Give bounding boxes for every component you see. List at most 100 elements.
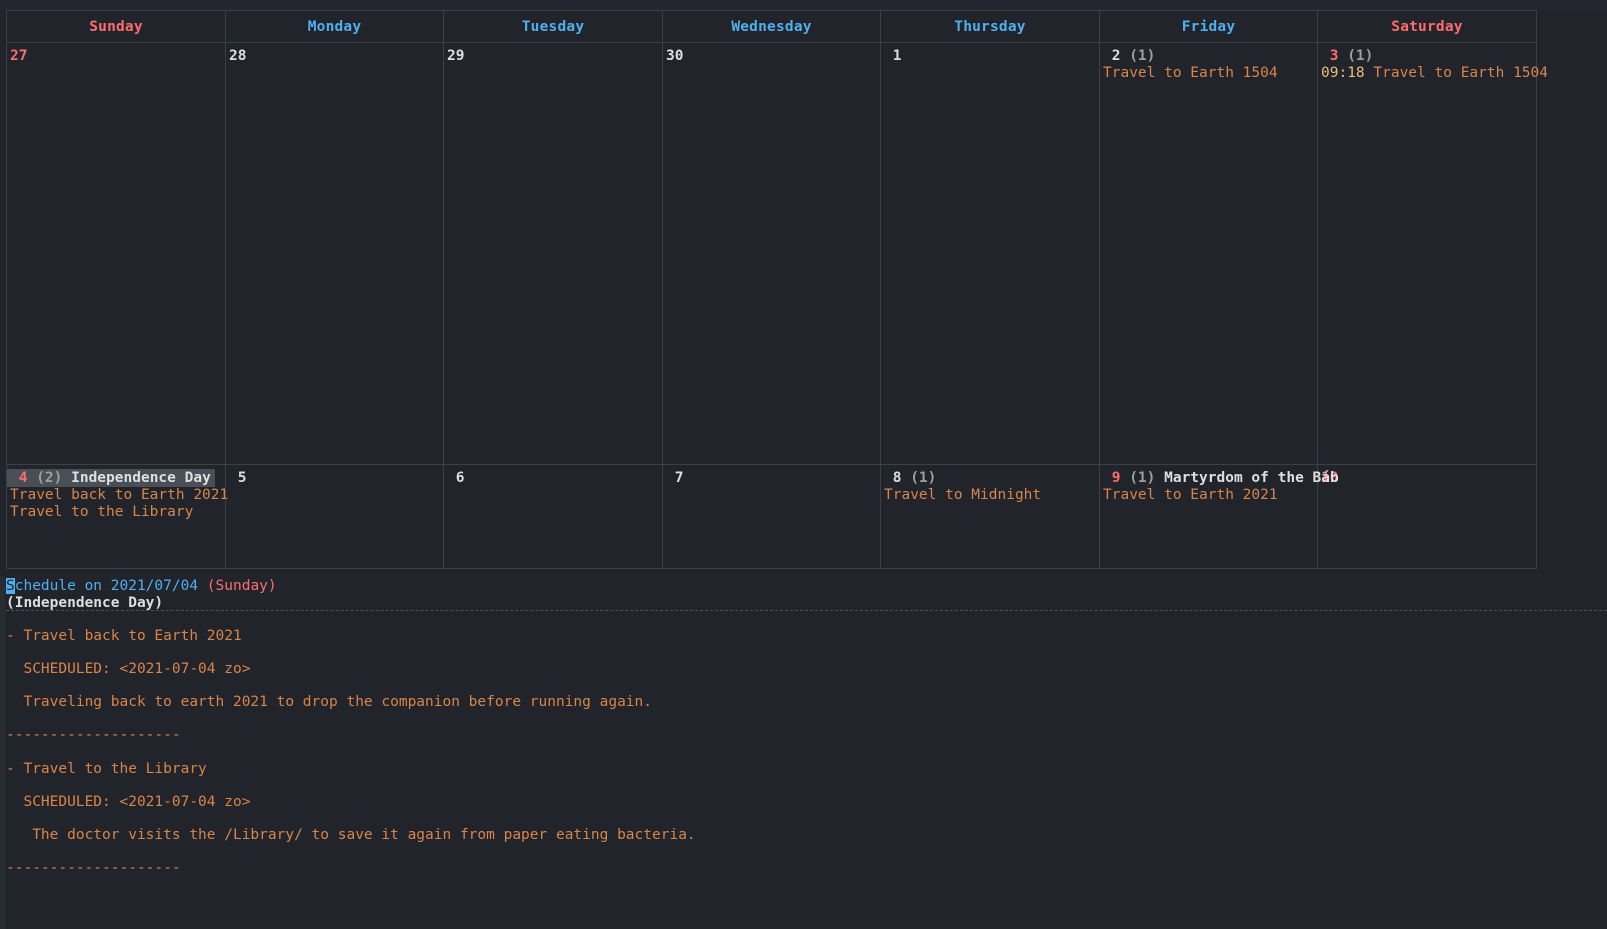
day-number-pad xyxy=(666,470,675,486)
calendar-day-cell[interactable]: 10 xyxy=(1318,465,1537,569)
weekday-header-label: Thursday xyxy=(954,18,1026,35)
calendar-day-header[interactable]: 6 xyxy=(444,469,662,487)
day-holiday-label: Independence Day xyxy=(62,470,211,486)
top-fringe-strip xyxy=(0,0,1607,10)
day-number: 6 xyxy=(455,470,465,486)
day-event-count: (1) xyxy=(1120,470,1156,486)
schedule-header-holiday-line: (Independence Day) xyxy=(0,595,1607,612)
event-title: Travel to Earth 1504 xyxy=(1103,65,1278,81)
calendar-day-cell[interactable]: 30 xyxy=(663,43,881,465)
calendar-day-cell[interactable]: 6 xyxy=(444,465,663,569)
calendar-day-cell[interactable]: 28 xyxy=(226,43,444,465)
calendar-day-cell[interactable]: 3 (1) 09:18 Travel to Earth 1504 xyxy=(1318,43,1548,465)
schedule-spacer xyxy=(0,844,1607,861)
day-event-count: (1) xyxy=(901,470,937,486)
weekday-header-label: Monday xyxy=(307,18,362,35)
day-number: 30 xyxy=(666,48,684,64)
event-title: Travel to Earth 2021 xyxy=(1103,487,1278,503)
calendar-day-header[interactable]: 27 xyxy=(7,47,225,65)
schedule-entry-list: - Travel back to Earth 2021 SCHEDULED: <… xyxy=(0,611,1607,893)
calendar-day-cell[interactable]: 5 xyxy=(226,465,444,569)
weekday-header-monday[interactable]: Monday xyxy=(226,11,444,43)
calendar-day-header[interactable]: 9 (1) Martyrdom of the Báb xyxy=(1100,469,1339,487)
calendar-event[interactable]: 09:18 Travel to Earth 1504 xyxy=(1318,65,1548,82)
schedule-entry-separator: -------------------- xyxy=(6,860,181,877)
day-number: 7 xyxy=(674,470,684,486)
day-number: 28 xyxy=(229,48,247,64)
weekday-header-wednesday[interactable]: Wednesday xyxy=(663,11,881,43)
weekday-header-thursday[interactable]: Thursday xyxy=(881,11,1100,43)
schedule-spacer xyxy=(0,678,1607,695)
schedule-header-weekday: (Sunday) xyxy=(206,578,277,594)
event-title: Travel to Midnight xyxy=(884,487,1042,503)
weekday-header-saturday[interactable]: Saturday xyxy=(1318,11,1537,43)
schedule-entry-body: Traveling back to earth 2021 to drop the… xyxy=(6,694,653,711)
weekday-header-row: Sunday Monday Tuesday Wednesday Thursday… xyxy=(7,11,1537,43)
schedule-entry-separator: -------------------- xyxy=(6,727,181,744)
schedule-header-line[interactable]: Schedule on 2021/07/04 (Sunday) xyxy=(0,578,1607,595)
schedule-entry-body: The doctor visits the /Library/ to save … xyxy=(6,826,696,843)
schedule-spacer xyxy=(0,810,1607,827)
calendar-day-header[interactable]: 5 xyxy=(226,469,443,487)
calendar-day-cell[interactable]: 1 xyxy=(881,43,1100,465)
calendar-day-cell[interactable]: 7 xyxy=(663,465,881,569)
calendar-event[interactable]: Travel to Earth 1504 xyxy=(1100,65,1317,82)
schedule-entry-scheduled: SCHEDULED: <2021-07-04 zo> xyxy=(6,793,251,810)
day-number-pad xyxy=(229,470,238,486)
calendar-day-header[interactable]: 29 xyxy=(444,47,662,65)
day-number: 29 xyxy=(447,48,465,64)
event-title: Travel back to Earth 2021 xyxy=(10,487,229,503)
calendar-event[interactable]: Travel back to Earth 2021 xyxy=(7,487,229,504)
weekday-header-friday[interactable]: Friday xyxy=(1100,11,1318,43)
schedule-entry-title[interactable]: - Travel to the Library xyxy=(0,761,1607,778)
calendar-day-header[interactable]: 10 xyxy=(1318,469,1536,487)
calendar-day-header[interactable]: 7 xyxy=(663,469,880,487)
calendar-event[interactable]: Travel to Midnight xyxy=(881,487,1099,504)
calendar-day-header[interactable]: 28 xyxy=(226,47,443,65)
schedule-spacer xyxy=(0,644,1607,661)
schedule-spacer xyxy=(0,744,1607,761)
event-time: 09:18 xyxy=(1321,65,1374,81)
calendar-day-cell[interactable]: 29 xyxy=(444,43,663,465)
calendar-day-cell[interactable]: 27 xyxy=(7,43,226,465)
schedule-header-block: Schedule on 2021/07/04 (Sunday) (Indepen… xyxy=(0,576,1607,611)
calendar-week-row: 4 (2) Independence Day Travel back to Ear… xyxy=(7,465,1537,569)
day-number-pad xyxy=(1103,48,1112,64)
calendar-day-cell[interactable]: 2 (1) Travel to Earth 1504 xyxy=(1100,43,1318,465)
schedule-header-holiday: (Independence Day) xyxy=(6,594,164,611)
schedule-entry-scheduled: SCHEDULED: <2021-07-04 zo> xyxy=(6,660,251,677)
calendar-day-header[interactable]: 3 (1) xyxy=(1318,47,1536,65)
weekday-header-label: Tuesday xyxy=(521,18,585,35)
calendar-day-header[interactable]: 8 (1) xyxy=(881,469,1099,487)
calendar-day-cell[interactable]: 8 (1) Travel to Midnight xyxy=(881,465,1100,569)
calendar-day-cell[interactable]: 4 (2) Independence Day Travel back to Ear… xyxy=(7,465,229,569)
event-title: Travel to Earth 1504 xyxy=(1373,65,1548,81)
schedule-spacer xyxy=(0,611,1607,628)
schedule-entry-title[interactable]: - Travel back to Earth 2021 xyxy=(0,628,1607,645)
calendar-day-cell[interactable]: 9 (1) Martyrdom of the Báb Travel to Eart… xyxy=(1100,465,1339,569)
day-event-count: (1) xyxy=(1338,48,1374,64)
app-root: Sunday Monday Tuesday Wednesday Thursday… xyxy=(0,0,1607,929)
day-number: 1 xyxy=(892,48,902,64)
day-number: 5 xyxy=(237,470,247,486)
calendar-event[interactable]: Travel to the Library xyxy=(7,504,225,521)
calendar-day-header[interactable]: 1 xyxy=(881,47,1099,65)
day-event-count: (1) xyxy=(1120,48,1156,64)
calendar-event[interactable]: Travel to Earth 2021 xyxy=(1100,487,1317,504)
day-holiday-label: Martyrdom of the Báb xyxy=(1155,470,1339,486)
day-number-pad xyxy=(884,470,893,486)
schedule-header-date: chedule on 2021/07/04 xyxy=(14,578,207,594)
calendar-day-header[interactable]: 2 (1) xyxy=(1100,47,1317,65)
day-schedule-panel: Schedule on 2021/07/04 (Sunday) (Indepen… xyxy=(0,576,1607,929)
weekday-header-sunday[interactable]: Sunday xyxy=(7,11,226,43)
weekday-header-tuesday[interactable]: Tuesday xyxy=(444,11,663,43)
day-number-pad xyxy=(10,470,19,486)
weekday-header-label: Saturday xyxy=(1391,18,1463,35)
text-cursor: S xyxy=(6,578,15,594)
day-number-pad xyxy=(884,48,893,64)
calendar-day-header[interactable]: 4 (2) Independence Day xyxy=(7,469,215,487)
calendar-day-header[interactable]: 30 xyxy=(663,47,880,65)
schedule-spacer xyxy=(0,711,1607,728)
schedule-spacer xyxy=(0,877,1607,894)
weekday-header-label: Wednesday xyxy=(731,18,812,35)
